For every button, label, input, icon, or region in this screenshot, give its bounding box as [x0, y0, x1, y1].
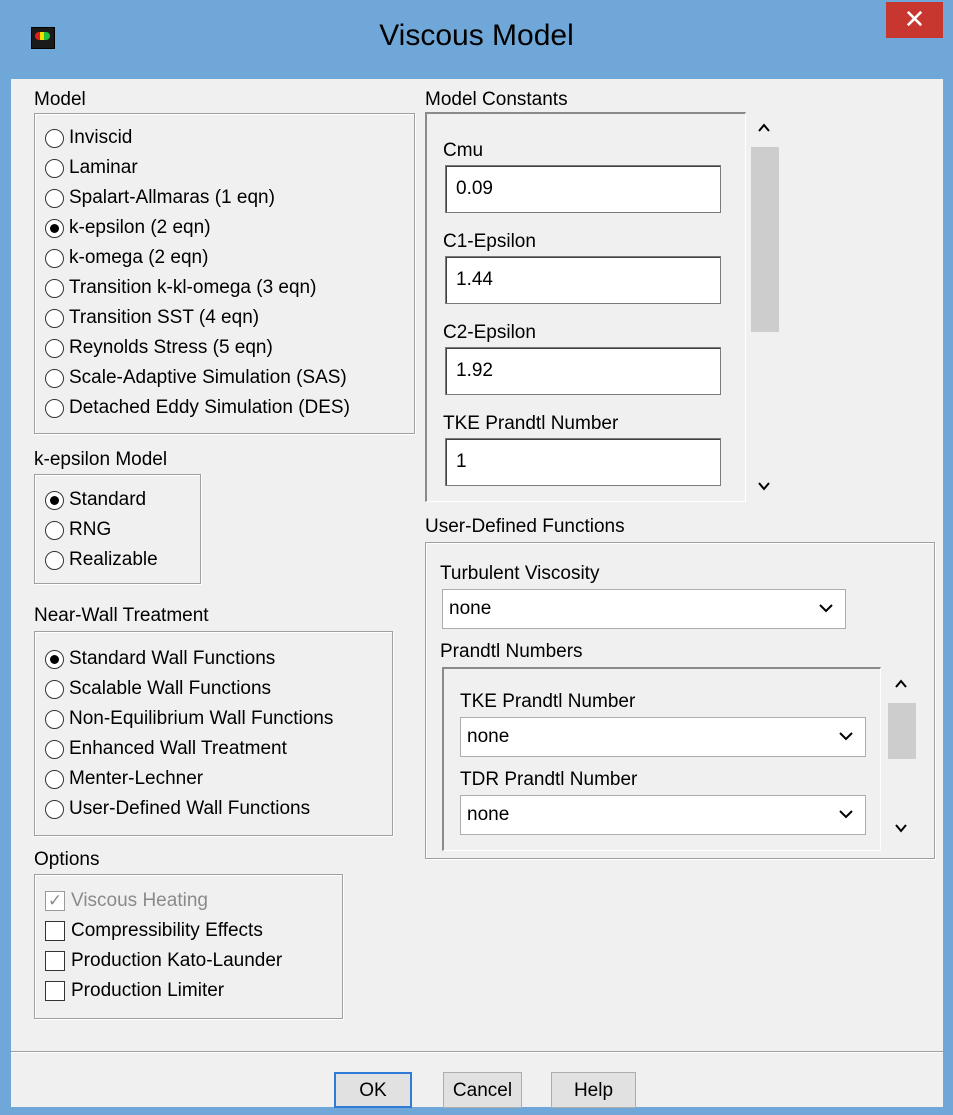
option-production-kato-launder[interactable]: Production Kato-Launder	[45, 947, 282, 975]
radio-icon[interactable]	[45, 799, 64, 819]
chevron-down-icon	[839, 732, 853, 741]
prandtl-numbers-label: Prandtl Numbers	[440, 641, 583, 662]
nearwall-option-standard[interactable]: Standard Wall Functions	[45, 645, 275, 673]
prandtl-scroll-thumb[interactable]	[888, 703, 916, 759]
c1-epsilon-label: C1-Epsilon	[443, 231, 536, 252]
radio-icon[interactable]	[45, 398, 64, 418]
checkbox-checked-icon[interactable]: ✓	[45, 891, 65, 911]
cancel-button[interactable]: Cancel	[443, 1072, 522, 1108]
prandtl-scrollbar[interactable]	[886, 669, 916, 847]
tke-prandtl-udf-label: TKE Prandtl Number	[460, 691, 636, 712]
udf-group-label: User-Defined Functions	[425, 516, 625, 537]
model-option-spalart-allmaras[interactable]: Spalart-Allmaras (1 eqn)	[45, 184, 275, 212]
chevron-down-icon[interactable]	[755, 477, 773, 495]
button-separator	[11, 1051, 943, 1053]
close-button[interactable]: ✕	[886, 2, 943, 38]
cmu-input[interactable]	[445, 165, 721, 213]
kepsilon-option-rng[interactable]: RNG	[45, 516, 111, 544]
checkbox-icon[interactable]	[45, 921, 65, 941]
nearwall-option-scalable[interactable]: Scalable Wall Functions	[45, 675, 271, 703]
model-option-reynolds-stress[interactable]: Reynolds Stress (5 eqn)	[45, 334, 273, 362]
radio-icon[interactable]	[45, 338, 64, 358]
kepsilon-group: Standard RNG Realizable	[34, 474, 201, 584]
window-title: Viscous Model	[379, 19, 574, 52]
constants-scroll-pane[interactable]: Cmu C1-Epsilon C2-Epsilon TKE Prandtl Nu…	[425, 112, 746, 502]
chevron-up-icon[interactable]	[892, 675, 910, 693]
radio-icon[interactable]	[45, 769, 64, 789]
prandtl-scroll-pane[interactable]: TKE Prandtl Number none TDR Prandtl Numb…	[442, 667, 881, 851]
radio-icon[interactable]	[45, 278, 64, 298]
radio-selected-icon[interactable]	[45, 649, 64, 669]
radio-icon[interactable]	[45, 368, 64, 388]
c2-epsilon-label: C2-Epsilon	[443, 322, 536, 343]
chevron-down-icon	[819, 604, 833, 613]
help-button[interactable]: Help	[551, 1072, 636, 1108]
radio-icon[interactable]	[45, 739, 64, 759]
radio-icon[interactable]	[45, 248, 64, 268]
radio-icon[interactable]	[45, 128, 64, 148]
tke-prandtl-label: TKE Prandtl Number	[443, 413, 619, 434]
constants-scrollbar[interactable]	[749, 115, 779, 499]
kepsilon-option-standard[interactable]: Standard	[45, 486, 146, 514]
checkbox-icon[interactable]	[45, 981, 65, 1001]
radio-icon[interactable]	[45, 158, 64, 178]
options-group-label: Options	[34, 849, 100, 870]
option-compressibility-effects[interactable]: Compressibility Effects	[45, 917, 263, 945]
nearwall-group: Standard Wall Functions Scalable Wall Fu…	[34, 631, 393, 836]
title-bar[interactable]: Viscous Model ✕	[1, 1, 952, 79]
kepsilon-group-label: k-epsilon Model	[34, 449, 168, 470]
turbulent-viscosity-label: Turbulent Viscosity	[440, 563, 600, 584]
tdr-prandtl-udf-label: TDR Prandtl Number	[460, 769, 638, 790]
radio-icon[interactable]	[45, 709, 64, 729]
radio-selected-icon[interactable]	[45, 218, 64, 238]
radio-icon[interactable]	[45, 550, 64, 570]
radio-icon[interactable]	[45, 188, 64, 208]
nearwall-option-user-defined[interactable]: User-Defined Wall Functions	[45, 795, 310, 823]
kepsilon-option-realizable[interactable]: Realizable	[45, 546, 158, 574]
model-option-sas[interactable]: Scale-Adaptive Simulation (SAS)	[45, 364, 347, 392]
nearwall-option-menter-lechner[interactable]: Menter-Lechner	[45, 765, 203, 793]
viscous-model-window: Viscous Model ✕ Model Inviscid Laminar S…	[0, 0, 953, 1115]
c1-epsilon-input[interactable]	[445, 256, 721, 304]
cmu-label: Cmu	[443, 140, 484, 161]
chevron-up-icon[interactable]	[755, 119, 773, 137]
ok-button[interactable]: OK	[334, 1072, 412, 1108]
option-viscous-heating[interactable]: ✓ Viscous Heating	[45, 887, 208, 915]
tke-prandtl-udf-select[interactable]: none	[460, 717, 866, 757]
model-option-laminar[interactable]: Laminar	[45, 154, 138, 182]
nearwall-option-non-equilibrium[interactable]: Non-Equilibrium Wall Functions	[45, 705, 333, 733]
c2-epsilon-input[interactable]	[445, 347, 721, 395]
options-group: ✓ Viscous Heating Compressibility Effects…	[34, 874, 343, 1019]
model-group-label: Model	[34, 89, 86, 110]
model-option-inviscid[interactable]: Inviscid	[45, 124, 132, 152]
chevron-down-icon	[839, 810, 853, 819]
model-option-des[interactable]: Detached Eddy Simulation (DES)	[45, 394, 350, 422]
nearwall-group-label: Near-Wall Treatment	[34, 605, 209, 626]
model-option-transition-k-kl-omega[interactable]: Transition k-kl-omega (3 eqn)	[45, 274, 316, 302]
model-option-k-epsilon[interactable]: k-epsilon (2 eqn)	[45, 214, 211, 242]
radio-icon[interactable]	[45, 520, 64, 540]
model-option-transition-sst[interactable]: Transition SST (4 eqn)	[45, 304, 259, 332]
nearwall-option-enhanced[interactable]: Enhanced Wall Treatment	[45, 735, 287, 763]
tdr-prandtl-udf-select[interactable]: none	[460, 795, 866, 835]
radio-icon[interactable]	[45, 679, 64, 699]
radio-icon[interactable]	[45, 308, 64, 328]
checkbox-icon[interactable]	[45, 951, 65, 971]
udf-group: Turbulent Viscosity none Prandtl Numbers…	[425, 542, 935, 859]
constants-group-label: Model Constants	[425, 89, 568, 110]
model-group: Inviscid Laminar Spalart-Allmaras (1 eqn…	[34, 113, 415, 434]
constants-scroll-thumb[interactable]	[751, 147, 779, 332]
tke-prandtl-input[interactable]	[445, 438, 721, 486]
turbulent-viscosity-select[interactable]: none	[442, 589, 846, 629]
option-production-limiter[interactable]: Production Limiter	[45, 977, 224, 1005]
radio-selected-icon[interactable]	[45, 490, 64, 510]
chevron-down-icon[interactable]	[892, 819, 910, 837]
dialog-body: Model Inviscid Laminar Spalart-Allmaras …	[11, 79, 943, 1108]
model-option-k-omega[interactable]: k-omega (2 eqn)	[45, 244, 208, 272]
